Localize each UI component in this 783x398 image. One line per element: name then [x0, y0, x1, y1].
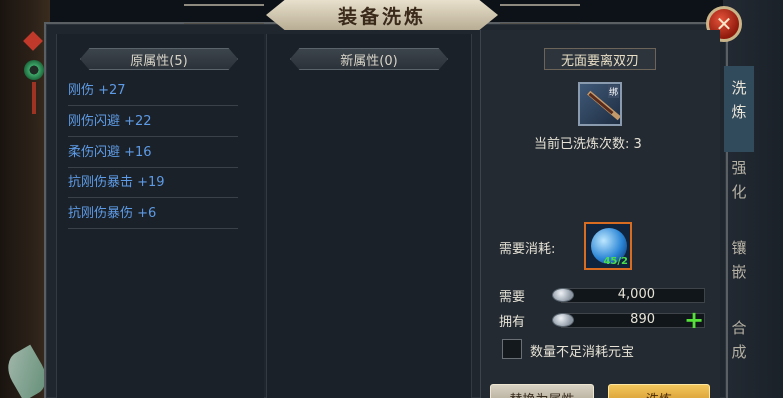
tab-enhance[interactable]: 强化 — [728, 156, 750, 204]
have-row: 拥有 890 — [499, 311, 705, 330]
attribute-line: 刚伤 +27 — [68, 80, 238, 106]
silver-coin-icon — [552, 313, 574, 327]
silver-coin-icon — [552, 288, 574, 302]
attribute-line: 刚伤闪避 +22 — [68, 111, 238, 137]
need-row: 需要 4,000 — [499, 286, 705, 305]
new-attributes-header: 新属性(0) — [290, 48, 448, 70]
use-gold-checkbox-label: 数量不足消耗元宝 — [530, 345, 635, 360]
tab-compose[interactable]: 合成 — [728, 316, 750, 364]
tab-inlay[interactable]: 镶嵌 — [728, 236, 750, 284]
original-attributes-header: 原属性(5) — [80, 48, 238, 70]
cost-item-quantity: 45/2 — [603, 256, 628, 267]
window-title-plate: 装备洗炼 — [266, 0, 498, 30]
have-label: 拥有 — [499, 315, 526, 330]
wash-count-text: 当前已洗炼次数: 3 — [534, 137, 642, 152]
need-value: 4,000 — [617, 287, 655, 302]
bound-badge: 绑 — [607, 85, 619, 98]
jade-pendant-ornament — [22, 26, 46, 116]
dual-blade-icon[interactable]: 绑 — [578, 82, 622, 126]
replace-attributes-button[interactable]: 替换为属性 — [490, 384, 594, 398]
title-ornament-left — [184, 4, 264, 24]
have-value: 890 — [630, 312, 655, 327]
tab-wash[interactable]: 洗炼 — [728, 76, 750, 124]
tassel-icon — [32, 82, 36, 114]
window-title: 装备洗炼 — [337, 5, 426, 28]
item-name: 无面要离双刃 — [560, 53, 639, 69]
cost-label: 需要消耗: — [499, 242, 556, 257]
attribute-line: 抗刚伤暴伤 +6 — [68, 203, 238, 229]
title-ornament-right — [500, 4, 580, 24]
attribute-line: 抗刚伤暴击 +19 — [68, 172, 238, 198]
wash-stone-icon[interactable]: 45/2 — [584, 222, 632, 270]
jade-disc-icon — [24, 60, 44, 80]
add-currency-button[interactable]: + — [684, 308, 704, 332]
attribute-line: 柔伤闪避 +16 — [68, 142, 238, 168]
knot-icon — [23, 31, 43, 51]
wash-button[interactable]: 洗炼 — [608, 384, 710, 398]
need-label: 需要 — [499, 290, 526, 305]
item-name-plate: 无面要离双刃 — [544, 48, 656, 70]
new-attributes-panel — [266, 34, 472, 398]
use-gold-checkbox[interactable] — [502, 339, 522, 359]
